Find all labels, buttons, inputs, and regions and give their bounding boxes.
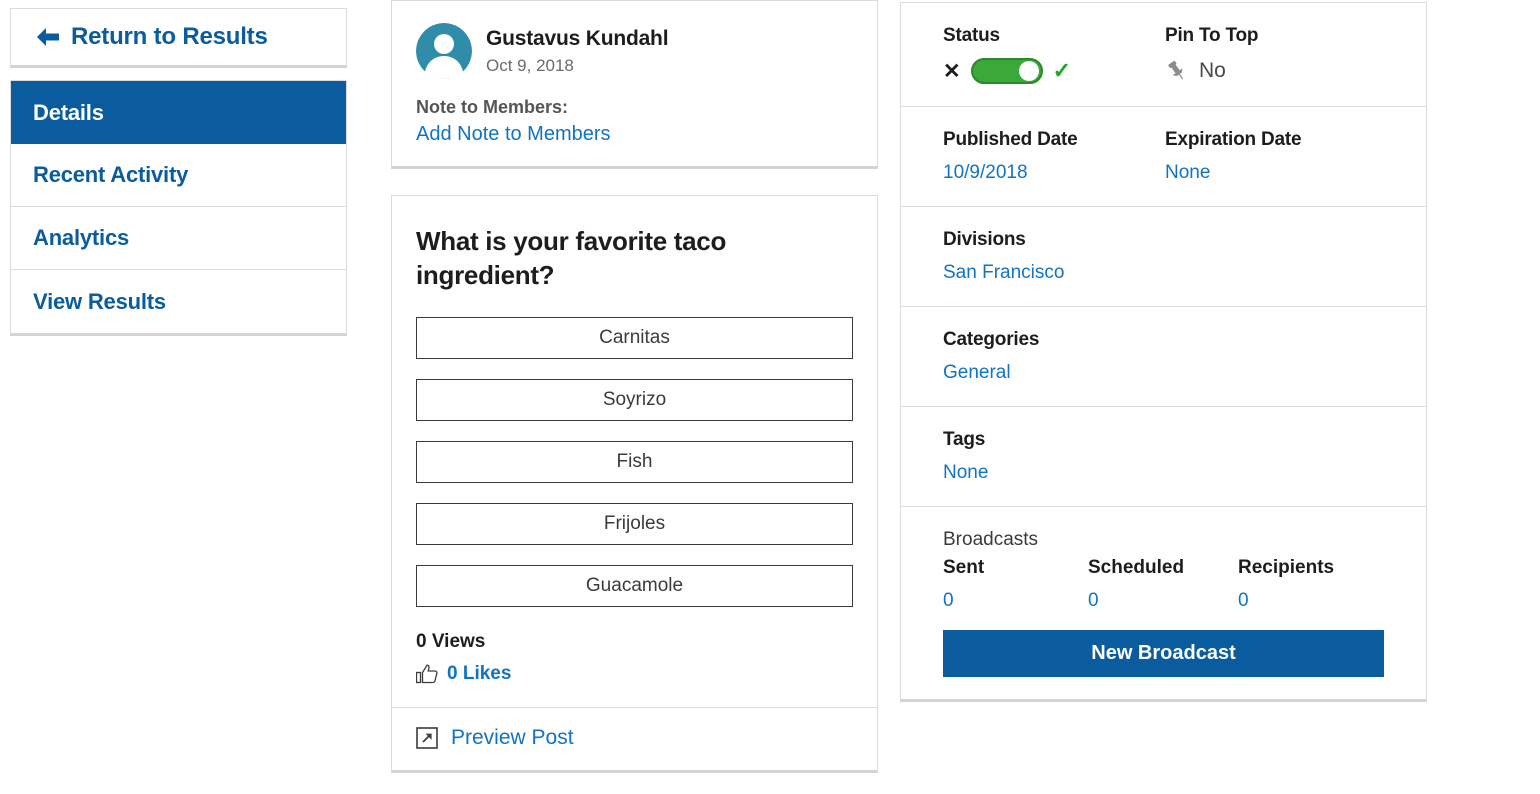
- author-row: Gustavus Kundahl Oct 9, 2018: [416, 23, 853, 79]
- sidebar-nav: Details Recent Activity Analytics View R…: [10, 80, 347, 336]
- likes-count: 0 Likes: [447, 662, 512, 684]
- sidebar-item-label: Details: [33, 99, 104, 125]
- poll-option[interactable]: Guacamole: [416, 564, 853, 607]
- x-icon: ✕: [943, 59, 961, 83]
- broadcasts-title: Broadcasts: [943, 529, 1039, 550]
- status-block: Status ✕ ✓: [943, 25, 1165, 84]
- return-to-results-label: Return to Results: [71, 23, 268, 50]
- check-icon: ✓: [1052, 58, 1072, 83]
- published-date-block: Published Date 10/9/2018: [943, 129, 1165, 184]
- poll-option[interactable]: Carnitas: [416, 316, 853, 359]
- broadcasts-section: Broadcasts Sent 0 Scheduled 0 Recipients…: [901, 507, 1426, 699]
- categories-label: Categories: [943, 329, 1040, 350]
- poll-option[interactable]: Soyrizo: [416, 378, 853, 421]
- pin-to-top-row[interactable]: No: [1165, 58, 1258, 84]
- poll-option[interactable]: Fish: [416, 440, 853, 483]
- sidebar-item-details[interactable]: Details: [11, 81, 346, 144]
- poll-body: What is your favorite taco ingredient? C…: [392, 196, 877, 707]
- pin-to-top-label: Pin To Top: [1165, 25, 1259, 46]
- broadcasts-scheduled-label: Scheduled: [1088, 557, 1185, 578]
- broadcasts-recipients-block: Recipients 0: [1238, 557, 1334, 612]
- broadcasts-sent-label: Sent: [943, 557, 985, 578]
- pushpin-icon: [1168, 60, 1184, 80]
- sidebar-item-analytics[interactable]: Analytics: [11, 207, 346, 270]
- details-panel: Status ✕ ✓ Pin To Top No Published Date …: [900, 2, 1427, 702]
- status-section: Status ✕ ✓ Pin To Top No: [901, 3, 1426, 107]
- tags-section: Tags None: [901, 407, 1426, 507]
- broadcasts-scheduled-value[interactable]: 0: [1088, 590, 1238, 612]
- poll-question: What is your favorite taco ingredient?: [416, 226, 727, 291]
- poll-footer: Preview Post: [392, 706, 877, 770]
- author-text: Gustavus Kundahl Oct 9, 2018: [486, 26, 669, 75]
- expiration-date-label: Expiration Date: [1165, 129, 1302, 150]
- add-note-to-members-link[interactable]: Add Note to Members: [416, 123, 853, 146]
- toggle-knob: [1018, 61, 1039, 81]
- broadcasts-recipients-label: Recipients: [1238, 557, 1335, 578]
- published-date-label: Published Date: [943, 129, 1078, 150]
- external-link-icon: [416, 726, 438, 749]
- published-date-value[interactable]: 10/9/2018: [943, 162, 1165, 184]
- sidebar-item-view-results[interactable]: View Results: [11, 270, 346, 333]
- poll-card: What is your favorite taco ingredient? C…: [391, 195, 878, 773]
- sidebar-item-label: Recent Activity: [33, 162, 189, 187]
- poll-option-label: Fish: [616, 450, 653, 472]
- pin-to-top-value: No: [1199, 59, 1226, 82]
- author-card: Gustavus Kundahl Oct 9, 2018 Note to Mem…: [391, 0, 878, 169]
- likes-button[interactable]: 0 Likes: [416, 663, 853, 685]
- status-toggle[interactable]: [970, 58, 1043, 84]
- sidebar-item-label: View Results: [33, 288, 166, 314]
- arrow-left-icon: [37, 28, 59, 46]
- poll-option[interactable]: Frijoles: [416, 502, 853, 545]
- broadcasts-sent-value[interactable]: 0: [943, 590, 1088, 612]
- divisions-section: Divisions San Francisco: [901, 207, 1426, 307]
- poll-option-label: Guacamole: [585, 574, 684, 596]
- views-count: 0 Views: [416, 630, 486, 652]
- tags-value[interactable]: None: [943, 462, 1384, 484]
- sidebar: Return to Results Details Recent Activit…: [10, 8, 347, 336]
- return-to-results-card[interactable]: Return to Results: [10, 8, 347, 68]
- sidebar-item-label: Analytics: [33, 225, 130, 250]
- author-name: Gustavus Kundahl: [486, 27, 669, 51]
- thumbs-up-icon: [416, 664, 438, 683]
- categories-section: Categories General: [901, 307, 1426, 407]
- page-root: Return to Results Details Recent Activit…: [0, 0, 1540, 794]
- divisions-value[interactable]: San Francisco: [943, 262, 1384, 284]
- sidebar-item-recent-activity[interactable]: Recent Activity: [11, 144, 346, 207]
- user-avatar-icon: [416, 23, 472, 79]
- broadcasts-recipients-value[interactable]: 0: [1238, 590, 1334, 612]
- poll-option-label: Carnitas: [599, 326, 670, 348]
- broadcasts-stats: Sent 0 Scheduled 0 Recipients 0: [943, 557, 1384, 612]
- tags-label: Tags: [943, 429, 986, 450]
- pin-to-top-block: Pin To Top No: [1165, 25, 1259, 84]
- categories-value[interactable]: General: [943, 362, 1384, 384]
- author-date: Oct 9, 2018: [486, 55, 574, 75]
- expiration-date-value[interactable]: None: [1165, 162, 1301, 184]
- status-label: Status: [943, 25, 1000, 46]
- post-column: Gustavus Kundahl Oct 9, 2018 Note to Mem…: [391, 0, 878, 773]
- expiration-date-block: Expiration Date None: [1165, 129, 1302, 184]
- new-broadcast-button[interactable]: New Broadcast: [943, 630, 1384, 677]
- return-to-results-link[interactable]: Return to Results: [35, 23, 268, 51]
- status-toggle-row: ✕ ✓: [943, 58, 1165, 84]
- dates-section: Published Date 10/9/2018 Expiration Date…: [901, 107, 1426, 207]
- broadcasts-scheduled-block: Scheduled 0: [1088, 557, 1238, 612]
- poll-option-label: Soyrizo: [602, 388, 667, 410]
- broadcasts-sent-block: Sent 0: [943, 557, 1088, 612]
- preview-post-link[interactable]: Preview Post: [451, 726, 574, 750]
- divisions-label: Divisions: [943, 229, 1026, 250]
- note-to-members-label: Note to Members:: [416, 97, 569, 117]
- poll-option-label: Frijoles: [603, 512, 666, 534]
